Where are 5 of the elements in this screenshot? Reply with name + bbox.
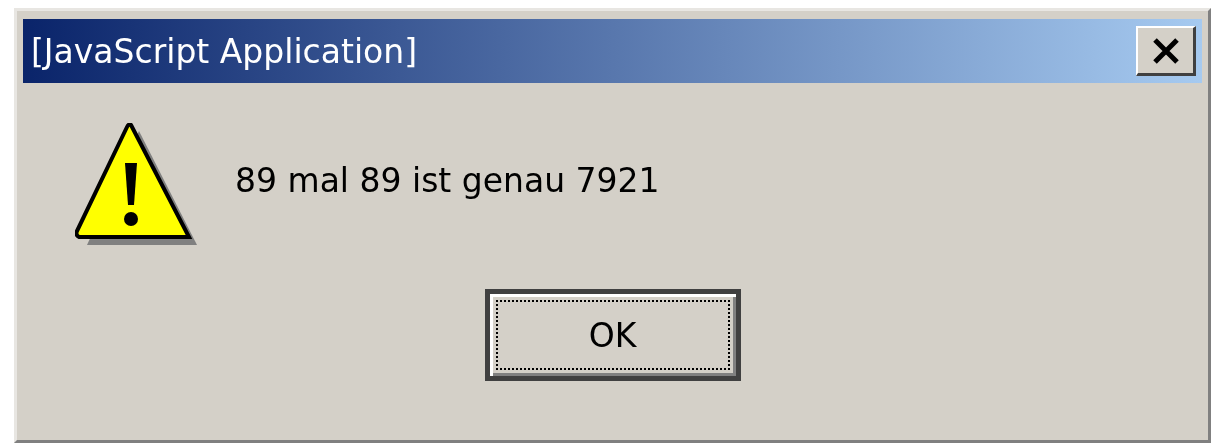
ok-button[interactable]: OK bbox=[484, 289, 741, 381]
message-text: 89 mal 89 ist genau 7921 bbox=[235, 161, 660, 200]
window-title: [JavaScript Application] bbox=[31, 31, 418, 71]
close-icon bbox=[1151, 37, 1180, 64]
close-button[interactable] bbox=[1136, 26, 1196, 76]
